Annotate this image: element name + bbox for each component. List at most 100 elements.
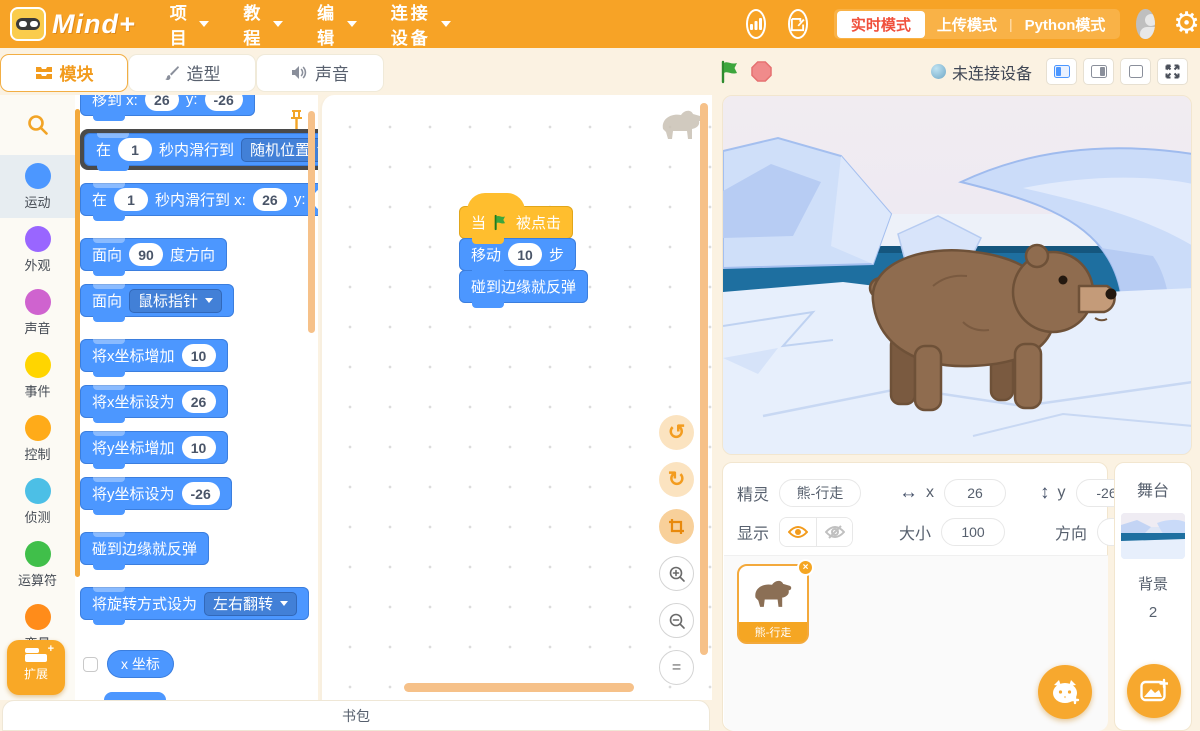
number-field[interactable]: 26: [145, 95, 179, 111]
block-set-rotation[interactable]: 将旋转方式设为左右翻转: [80, 587, 309, 620]
mode-realtime[interactable]: 实时模式: [837, 11, 925, 38]
block-text: 碰到边缘就反弹: [471, 276, 576, 297]
chevron-down-icon: [199, 21, 209, 27]
tab-sounds[interactable]: 声音: [256, 54, 384, 92]
block-glide-xy[interactable]: 在1秒内滑行到 x:26y:-26: [80, 183, 318, 216]
zoom-reset-button[interactable]: =: [659, 650, 694, 685]
layout-single-button[interactable]: [1120, 58, 1151, 85]
menu-project[interactable]: 项 目: [170, 0, 210, 49]
add-backdrop-button[interactable]: [1127, 664, 1181, 718]
zoom-out-button[interactable]: [659, 603, 694, 638]
x-input[interactable]: 26: [944, 479, 1006, 507]
menu-edit[interactable]: 编 辑: [317, 0, 357, 49]
block-set-x[interactable]: 将x坐标设为 26: [80, 385, 228, 418]
dropdown-field[interactable]: 鼠标指针: [129, 289, 222, 313]
gear-icon[interactable]: ⚙: [1173, 9, 1200, 39]
hide-sprite-button[interactable]: [816, 518, 852, 546]
number-field[interactable]: 10: [508, 243, 542, 266]
number-field[interactable]: 1: [118, 138, 152, 161]
block-text: y:: [294, 191, 306, 208]
backdrop-thumbnail[interactable]: [1121, 513, 1185, 559]
screenshot-crop-button[interactable]: [659, 509, 694, 544]
reporter-block-x-position[interactable]: x 坐标: [107, 650, 174, 678]
search-button[interactable]: [0, 95, 75, 155]
number-field[interactable]: 26: [182, 390, 216, 413]
script-workspace[interactable]: 当被点击移动10步碰到边缘就反弹 ↺ ↻ =: [320, 95, 712, 700]
category-2[interactable]: 声音: [0, 281, 75, 344]
sprite-card-bear[interactable]: 熊-行走 ×: [737, 564, 809, 644]
workspace-horizontal-scrollbar[interactable]: [404, 683, 634, 692]
menu-tutorial[interactable]: 教 程: [243, 0, 283, 49]
menu-connect-device[interactable]: 连接设备: [391, 0, 451, 49]
number-field[interactable]: 90: [129, 243, 163, 266]
show-label: 显示: [737, 520, 769, 544]
number-field[interactable]: 1: [114, 188, 148, 211]
extension-icon: [25, 654, 47, 662]
dropdown-field[interactable]: 随机位置: [241, 138, 318, 162]
block-goto-xy[interactable]: 移到 x:26y:-26: [80, 95, 255, 116]
image-plus-icon: [1140, 678, 1168, 704]
block-text: 面向: [92, 290, 122, 311]
stage[interactable]: [722, 95, 1192, 455]
mindplus-logo[interactable]: Mind+: [10, 7, 136, 41]
block-change-x[interactable]: 将x坐标增加10: [80, 339, 228, 372]
block-point-mouse[interactable]: 面向鼠标指针: [80, 284, 234, 317]
green-flag-button[interactable]: [719, 60, 743, 84]
category-0[interactable]: 运动: [0, 155, 75, 218]
script-stack[interactable]: 当被点击移动10步碰到边缘就反弹: [459, 207, 588, 303]
tab-blocks[interactable]: 模块: [0, 54, 128, 92]
block-text: 将x坐标设为: [92, 391, 175, 412]
category-color-dot: [25, 604, 51, 630]
block-set-y[interactable]: 将y坐标设为-26: [80, 477, 232, 510]
block-point-direction[interactable]: 面向90度方向: [80, 238, 227, 271]
reporter-checkbox[interactable]: [83, 657, 98, 672]
size-input[interactable]: 100: [941, 518, 1005, 546]
cat-plus-icon: [1050, 679, 1080, 705]
block-when-flag-clicked[interactable]: 当被点击: [459, 206, 573, 239]
number-field[interactable]: -26: [205, 95, 243, 111]
layout-split-left-button[interactable]: [1046, 58, 1077, 85]
category-6[interactable]: 运算符: [0, 533, 75, 596]
palette-scrollbar-right[interactable]: [308, 111, 315, 333]
block-glide-random[interactable]: 在1秒内滑行到随机位置: [84, 133, 318, 166]
zoom-in-button[interactable]: [659, 556, 694, 591]
dropdown-field[interactable]: 左右翻转: [204, 592, 297, 616]
undo-button[interactable]: ↺: [659, 415, 694, 450]
block-text: 被点击: [516, 212, 561, 233]
tab-costumes[interactable]: 造型: [128, 54, 256, 92]
fullscreen-button[interactable]: [1157, 58, 1188, 85]
reporter-block-partial[interactable]: [104, 692, 166, 700]
number-field[interactable]: -26: [182, 482, 220, 505]
add-sprite-button[interactable]: [1038, 665, 1092, 719]
category-3[interactable]: 事件: [0, 344, 75, 407]
number-field[interactable]: 10: [182, 344, 216, 367]
mode-python[interactable]: Python模式: [1013, 12, 1118, 37]
stop-button[interactable]: [751, 61, 772, 82]
delete-sprite-button[interactable]: ×: [797, 559, 814, 576]
avatar[interactable]: [1136, 9, 1155, 39]
blocks-icon: [35, 66, 53, 80]
community-icon[interactable]: [746, 9, 766, 39]
stage-sidebar[interactable]: 舞台 背景 2: [1114, 462, 1192, 731]
category-1[interactable]: 外观: [0, 218, 75, 281]
show-sprite-button[interactable]: [780, 518, 816, 546]
number-field[interactable]: 26: [253, 188, 287, 211]
extension-button[interactable]: 扩展: [7, 640, 65, 695]
layout-split-right-button[interactable]: [1083, 58, 1114, 85]
redo-button[interactable]: ↻: [659, 462, 694, 497]
palette-scrollbar[interactable]: [75, 109, 80, 577]
workspace-vertical-scrollbar[interactable]: [700, 103, 708, 655]
block-bounce[interactable]: 碰到边缘就反弹: [80, 532, 209, 565]
edit-project-icon[interactable]: [788, 9, 808, 39]
number-field[interactable]: 10: [182, 436, 216, 459]
backpack-bar[interactable]: 书包: [2, 700, 710, 731]
sprite-name-input[interactable]: 熊-行走: [779, 479, 861, 507]
category-label: 侦测: [24, 507, 50, 526]
pin-icon[interactable]: [289, 109, 304, 136]
backdrop-count: 2: [1149, 604, 1157, 621]
sprite-list: 熊-行走 ×: [724, 555, 1108, 731]
mode-upload[interactable]: 上传模式: [925, 12, 1009, 37]
category-4[interactable]: 控制: [0, 407, 75, 470]
block-change-y[interactable]: 将y坐标增加10: [80, 431, 228, 464]
category-5[interactable]: 侦测: [0, 470, 75, 533]
